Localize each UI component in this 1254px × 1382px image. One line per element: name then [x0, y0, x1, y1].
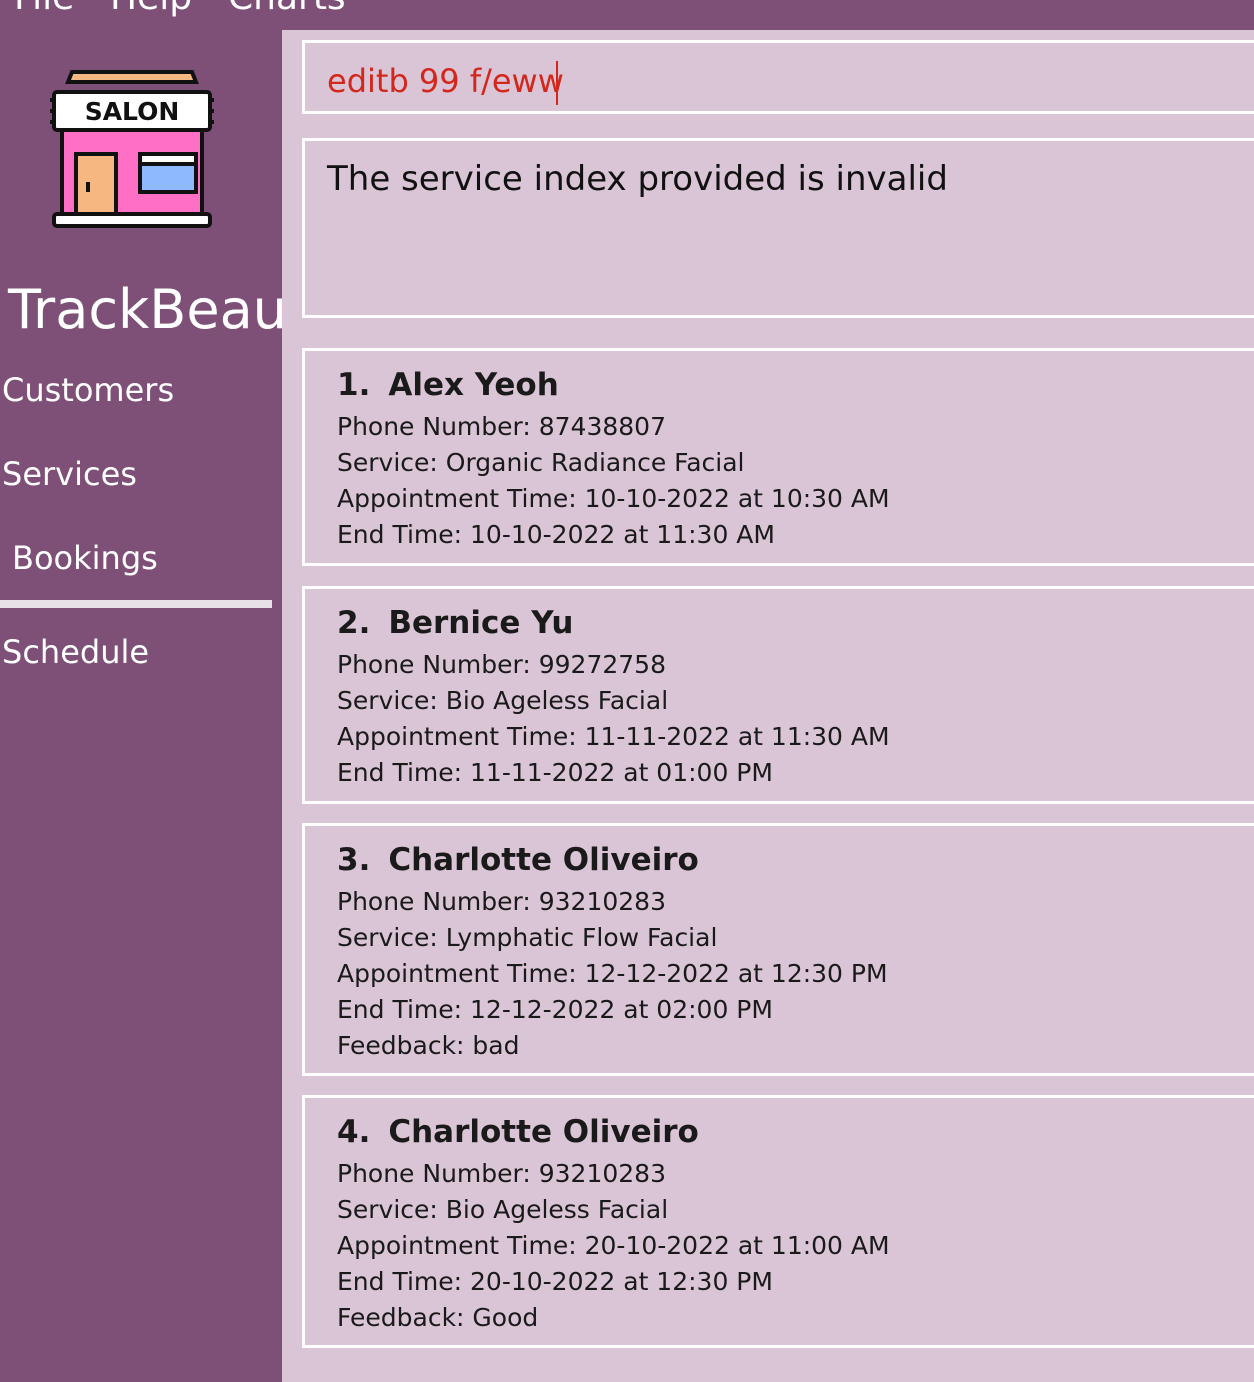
booking-index: 2. [337, 605, 371, 641]
svg-text:SALON: SALON [85, 97, 180, 126]
booking-customer-name: Bernice Yu [388, 605, 574, 641]
booking-phone: Phone Number: 99272758 [337, 650, 666, 679]
booking-end-time: End Time: 20-10-2022 at 12:30 PM [337, 1267, 773, 1296]
sidebar-item-customers[interactable]: Customers [2, 370, 174, 410]
booking-end-time: End Time: 10-10-2022 at 11:30 AM [337, 520, 775, 549]
command-value: editb 99 f/eww [327, 62, 564, 100]
booking-appointment-time: Appointment Time: 10-10-2022 at 10:30 AM [337, 484, 890, 513]
booking-phone: Phone Number: 87438807 [337, 412, 666, 441]
booking-appointment-time: Appointment Time: 12-12-2022 at 12:30 PM [337, 959, 888, 988]
sidebar-item-schedule[interactable]: Schedule [2, 632, 149, 672]
sidebar: SALON TrackBeau Customers Services Booki… [0, 30, 287, 1382]
booking-card[interactable]: 3. Charlotte Oliveiro Phone Number: 93210… [302, 823, 1254, 1076]
booking-card[interactable]: 2. Bernice Yu Phone Number: 99272758 Serv… [302, 586, 1254, 804]
menu-help[interactable]: Help [110, 0, 192, 18]
main-panel: editb 99 f/eww The service index provide… [282, 30, 1254, 1382]
booking-feedback: Feedback: Good [337, 1303, 539, 1332]
booking-customer-name: Charlotte Oliveiro [388, 842, 699, 878]
result-message: The service index provided is invalid [327, 159, 948, 199]
menu-file[interactable]: File [14, 0, 74, 18]
booking-customer-name: Alex Yeoh [388, 367, 559, 403]
result-display: The service index provided is invalid [302, 138, 1254, 318]
salon-logo: SALON [50, 70, 214, 228]
booking-service: Service: Bio Ageless Facial [337, 686, 669, 715]
booking-phone: Phone Number: 93210283 [337, 1159, 666, 1188]
menu-bar: File Help Charts [0, 0, 1254, 30]
app-title: TrackBeau [8, 278, 287, 341]
booking-appointment-time: Appointment Time: 11-11-2022 at 11:30 AM [337, 722, 890, 751]
command-input[interactable]: editb 99 f/eww [302, 40, 1254, 114]
booking-customer-name: Charlotte Oliveiro [388, 1114, 699, 1150]
booking-end-time: End Time: 12-12-2022 at 02:00 PM [337, 995, 773, 1024]
text-caret [555, 61, 558, 105]
booking-service: Service: Lymphatic Flow Facial [337, 923, 718, 952]
sidebar-item-services[interactable]: Services [2, 454, 137, 494]
menu-charts[interactable]: Charts [228, 0, 346, 18]
booking-card[interactable]: 1. Alex Yeoh Phone Number: 87438807 Servi… [302, 348, 1254, 566]
booking-index: 3. [337, 842, 371, 878]
booking-index: 1. [337, 367, 371, 403]
booking-index: 4. [337, 1114, 371, 1150]
booking-phone: Phone Number: 93210283 [337, 887, 666, 916]
booking-feedback: Feedback: bad [337, 1031, 520, 1060]
sidebar-item-bookings[interactable]: Bookings [12, 538, 158, 578]
booking-service: Service: Organic Radiance Facial [337, 448, 745, 477]
booking-end-time: End Time: 11-11-2022 at 01:00 PM [337, 758, 773, 787]
booking-appointment-time: Appointment Time: 20-10-2022 at 11:00 AM [337, 1231, 890, 1260]
selected-tab-indicator [0, 600, 272, 608]
booking-service: Service: Bio Ageless Facial [337, 1195, 669, 1224]
booking-card[interactable]: 4. Charlotte Oliveiro Phone Number: 93210… [302, 1095, 1254, 1348]
